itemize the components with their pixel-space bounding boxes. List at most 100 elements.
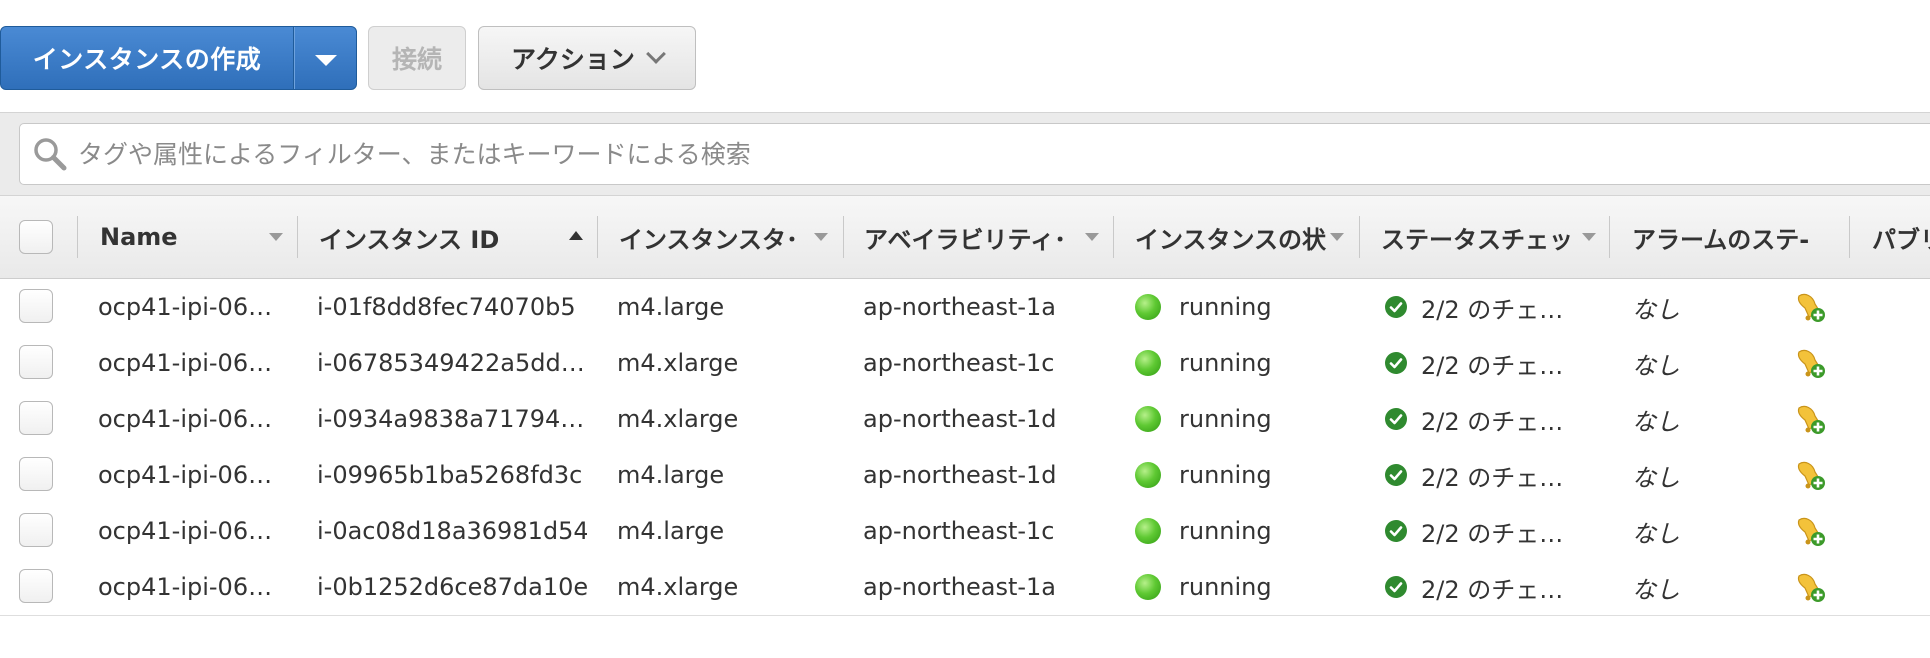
cell-status-checks[interactable]: 2/2 のチェ… bbox=[1385, 391, 1605, 447]
add-alarm-bell-icon[interactable] bbox=[1793, 279, 1833, 335]
cell-alarm-status: なし bbox=[1632, 463, 1680, 492]
column-header-status-checks[interactable]: ステータスチェッ bbox=[1381, 196, 1581, 278]
cell-instance-type: m4.xlarge bbox=[617, 349, 739, 377]
row-checkbox[interactable] bbox=[19, 289, 53, 323]
state-label: running bbox=[1179, 293, 1272, 321]
running-status-icon bbox=[1135, 406, 1161, 432]
column-header-alarm-status[interactable]: アラームのステ- bbox=[1632, 196, 1832, 278]
cell-instance-state: running bbox=[1135, 279, 1355, 335]
search-icon bbox=[34, 138, 67, 171]
column-divider bbox=[77, 216, 78, 258]
column-divider bbox=[1113, 216, 1114, 258]
status-check-label: 2/2 のチェ… bbox=[1421, 519, 1564, 548]
cell-name: ocp41-ipi-06… bbox=[98, 517, 273, 545]
check-icon bbox=[1385, 520, 1407, 542]
state-label: running bbox=[1179, 461, 1272, 489]
sort-arrow-icon bbox=[1085, 233, 1099, 241]
column-header-availability-zone[interactable]: アベイラビリティ･ bbox=[864, 196, 1086, 278]
cell-availability-zone: ap-northeast-1c bbox=[863, 349, 1055, 377]
column-divider bbox=[1849, 216, 1850, 258]
add-alarm-bell-icon[interactable] bbox=[1793, 447, 1833, 503]
add-alarm-bell-icon[interactable] bbox=[1793, 503, 1833, 559]
cell-alarm-status: なし bbox=[1632, 407, 1680, 436]
actions-menu-button[interactable]: アクション bbox=[478, 26, 696, 90]
table-row[interactable]: ocp41-ipi-06… i-06785349422a5dd… m4.xlar… bbox=[0, 335, 1930, 392]
status-check-label: 2/2 のチェ… bbox=[1421, 351, 1564, 380]
column-divider bbox=[597, 216, 598, 258]
cell-status-checks[interactable]: 2/2 のチェ… bbox=[1385, 447, 1605, 503]
add-alarm-bell-icon[interactable] bbox=[1793, 559, 1833, 615]
cell-instance-state: running bbox=[1135, 503, 1355, 559]
cell-alarm-status: なし bbox=[1632, 351, 1680, 380]
table-row[interactable]: ocp41-ipi-06… i-0ac08d18a36981d54 m4.lar… bbox=[0, 503, 1930, 560]
check-icon bbox=[1385, 352, 1407, 374]
cell-instance-state: running bbox=[1135, 559, 1355, 615]
cell-availability-zone: ap-northeast-1d bbox=[863, 405, 1057, 433]
table-row[interactable]: ocp41-ipi-06… i-0934a9838a71794… m4.xlar… bbox=[0, 391, 1930, 448]
filter-bar bbox=[0, 112, 1930, 196]
cell-instance-id: i-0934a9838a71794… bbox=[317, 405, 585, 433]
row-checkbox[interactable] bbox=[19, 457, 53, 491]
cell-alarm-status: なし bbox=[1632, 519, 1680, 548]
cell-instance-state: running bbox=[1135, 447, 1355, 503]
running-status-icon bbox=[1135, 574, 1161, 600]
cell-availability-zone: ap-northeast-1a bbox=[863, 293, 1057, 321]
actions-label: アクション bbox=[511, 45, 635, 74]
row-checkbox[interactable] bbox=[19, 513, 53, 547]
sort-arrow-icon bbox=[814, 233, 828, 241]
cell-availability-zone: ap-northeast-1c bbox=[863, 517, 1055, 545]
check-icon bbox=[1385, 296, 1407, 318]
cell-alarm-status: なし bbox=[1632, 575, 1680, 604]
select-all-checkbox[interactable] bbox=[19, 220, 53, 254]
check-icon bbox=[1385, 464, 1407, 486]
sort-arrow-icon bbox=[269, 233, 283, 241]
check-icon bbox=[1385, 576, 1407, 598]
connect-button[interactable]: 接続 bbox=[368, 26, 466, 90]
cell-instance-state: running bbox=[1135, 391, 1355, 447]
column-header-instance-state[interactable]: インスタンスの状 bbox=[1135, 196, 1327, 278]
column-divider bbox=[843, 216, 844, 258]
cell-alarm-status: なし bbox=[1632, 295, 1680, 324]
cell-status-checks[interactable]: 2/2 のチェ… bbox=[1385, 279, 1605, 335]
cell-instance-id: i-01f8dd8fec74070b5 bbox=[317, 293, 576, 321]
cell-instance-id: i-09965b1ba5268fd3c bbox=[317, 461, 583, 489]
column-divider bbox=[1359, 216, 1360, 258]
cell-instance-id: i-06785349422a5dd… bbox=[317, 349, 585, 377]
column-header-instance-type[interactable]: インスタンスタ･ bbox=[619, 196, 816, 278]
table-row[interactable]: ocp41-ipi-06… i-09965b1ba5268fd3c m4.lar… bbox=[0, 447, 1930, 504]
row-checkbox[interactable] bbox=[19, 569, 53, 603]
cell-status-checks[interactable]: 2/2 のチェ… bbox=[1385, 503, 1605, 559]
search-input[interactable] bbox=[76, 138, 1580, 170]
cell-name: ocp41-ipi-06… bbox=[98, 461, 273, 489]
column-header-instance-id[interactable]: インスタンス ID bbox=[319, 196, 559, 278]
row-checkbox[interactable] bbox=[19, 401, 53, 435]
column-header-public[interactable]: パブリ bbox=[1872, 196, 1930, 278]
create-instance-dropdown-button[interactable] bbox=[294, 27, 356, 89]
state-label: running bbox=[1179, 573, 1272, 601]
add-alarm-bell-icon[interactable] bbox=[1793, 335, 1833, 391]
running-status-icon bbox=[1135, 294, 1161, 320]
cell-instance-type: m4.large bbox=[617, 293, 725, 321]
sort-arrow-icon bbox=[1582, 233, 1596, 241]
cell-name: ocp41-ipi-06… bbox=[98, 293, 273, 321]
table-row[interactable]: ocp41-ipi-06… i-01f8dd8fec74070b5 m4.lar… bbox=[0, 279, 1930, 336]
row-checkbox[interactable] bbox=[19, 345, 53, 379]
running-status-icon bbox=[1135, 518, 1161, 544]
cell-instance-type: m4.xlarge bbox=[617, 405, 739, 433]
column-header-name[interactable]: Name bbox=[100, 196, 270, 278]
cell-instance-state: running bbox=[1135, 335, 1355, 391]
running-status-icon bbox=[1135, 350, 1161, 376]
table-row[interactable]: ocp41-ipi-06… i-0b1252d6ce87da10e m4.xla… bbox=[0, 559, 1930, 616]
add-alarm-bell-icon[interactable] bbox=[1793, 391, 1833, 447]
cell-status-checks[interactable]: 2/2 のチェ… bbox=[1385, 559, 1605, 615]
create-instance-button[interactable]: インスタンスの作成 bbox=[1, 27, 294, 89]
chevron-down-icon bbox=[645, 44, 666, 64]
cell-name: ocp41-ipi-06… bbox=[98, 573, 273, 601]
cell-availability-zone: ap-northeast-1d bbox=[863, 461, 1057, 489]
state-label: running bbox=[1179, 405, 1272, 433]
cell-status-checks[interactable]: 2/2 のチェ… bbox=[1385, 335, 1605, 391]
cell-instance-id: i-0ac08d18a36981d54 bbox=[317, 517, 587, 545]
status-check-label: 2/2 のチェ… bbox=[1421, 407, 1564, 436]
status-check-label: 2/2 のチェ… bbox=[1421, 295, 1564, 324]
search-box bbox=[19, 123, 1930, 185]
